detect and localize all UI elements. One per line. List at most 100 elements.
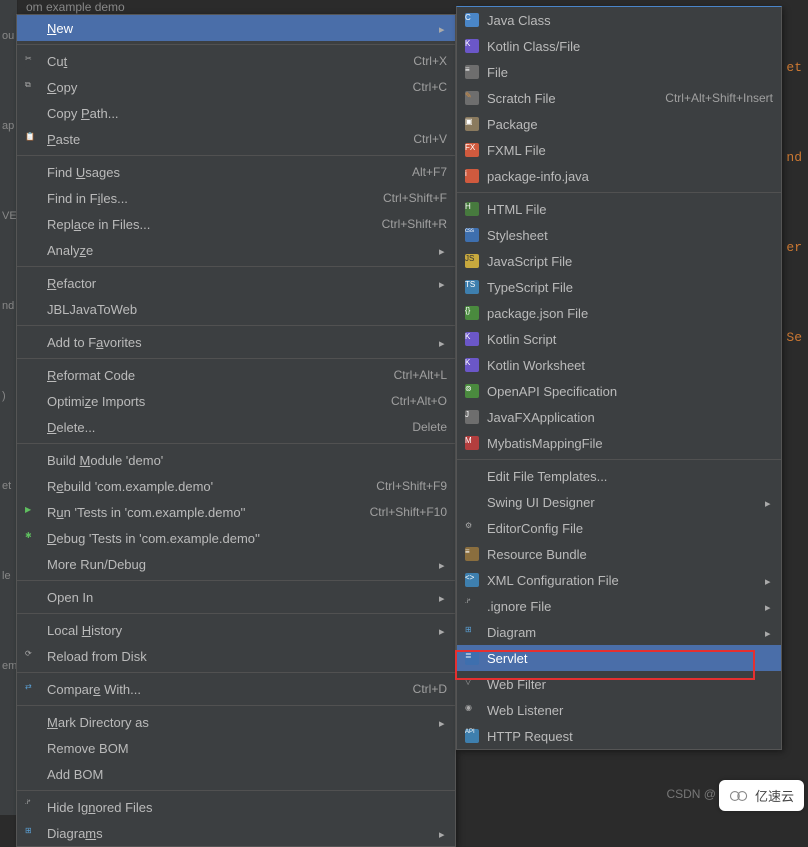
- menu2-item-scratch-file[interactable]: ✎Scratch FileCtrl+Alt+Shift+Insert: [457, 85, 781, 111]
- menu1-item-more-run-debug[interactable]: More Run/Debug: [17, 551, 455, 577]
- menu1-item-new[interactable]: New: [17, 15, 455, 41]
- menu-item-label: Find in Files...: [41, 191, 375, 206]
- context-menu-new-submenu: CJava ClassKKotlin Class/File≡File✎Scrat…: [456, 6, 782, 750]
- menu1-item-local-history[interactable]: Local History: [17, 617, 455, 643]
- menu1-item-paste[interactable]: 📋PasteCtrl+V: [17, 126, 455, 152]
- menu2-item-typescript-file[interactable]: TSTypeScript File: [457, 274, 781, 300]
- menu1-item-find-in-files[interactable]: Find in Files...Ctrl+Shift+F: [17, 185, 455, 211]
- menu2-item-package-json-file[interactable]: {}package.json File: [457, 300, 781, 326]
- menu-item-label: Edit File Templates...: [481, 469, 773, 484]
- reload-icon: ⟳: [23, 648, 41, 664]
- menu2-item-http-request[interactable]: APIHTTP Request: [457, 723, 781, 749]
- xml-icon: <>: [463, 572, 481, 588]
- blank-icon: [23, 367, 41, 383]
- menu2-item-kotlin-script[interactable]: KKotlin Script: [457, 326, 781, 352]
- menu1-item-jbljavatoweb[interactable]: JBLJavaToWeb: [17, 296, 455, 322]
- menu-item-label: MybatisMappingFile: [481, 436, 773, 451]
- menu-item-label: Servlet: [481, 651, 773, 666]
- blank-icon: [23, 334, 41, 350]
- menu-item-label: Scratch File: [481, 91, 657, 106]
- menu-item-label: Cut: [41, 54, 405, 69]
- menu1-item-run-tests-in-com-example-demo[interactable]: ▶Run 'Tests in 'com.example.demo''Ctrl+S…: [17, 499, 455, 525]
- separator: [457, 459, 781, 460]
- blank-icon: [463, 494, 481, 510]
- submenu-arrow-icon: [765, 625, 773, 640]
- menu1-item-copy-path[interactable]: Copy Path...: [17, 100, 455, 126]
- pkg-json-icon: {}: [463, 305, 481, 321]
- menu1-item-compare-with[interactable]: ⇄Compare With...Ctrl+D: [17, 676, 455, 702]
- package-icon: ▣: [463, 116, 481, 132]
- menu1-item-open-in[interactable]: Open In: [17, 584, 455, 610]
- submenu-arrow-icon: [439, 276, 447, 291]
- menu1-item-add-to-favorites[interactable]: Add to Favorites: [17, 329, 455, 355]
- filter-icon: ▽: [463, 676, 481, 692]
- menu1-item-mark-directory-as[interactable]: Mark Directory as: [17, 709, 455, 735]
- menu1-item-delete[interactable]: Delete...Delete: [17, 414, 455, 440]
- menu2-item-resource-bundle[interactable]: ≡Resource Bundle: [457, 541, 781, 567]
- menu-item-label: Optimize Imports: [41, 394, 383, 409]
- shortcut: Delete: [404, 420, 447, 434]
- menu2-item-mybatismappingfile[interactable]: MMybatisMappingFile: [457, 430, 781, 456]
- menu2-item-file[interactable]: ≡File: [457, 59, 781, 85]
- blank-icon: [23, 766, 41, 782]
- menu1-item-build-module-demo[interactable]: Build Module 'demo': [17, 447, 455, 473]
- pkg-info-icon: i: [463, 168, 481, 184]
- menu2-item-web-filter[interactable]: ▽Web Filter: [457, 671, 781, 697]
- menu1-item-add-bom[interactable]: Add BOM: [17, 761, 455, 787]
- shortcut: Ctrl+Alt+L: [386, 368, 447, 382]
- menu-item-label: Java Class: [481, 13, 773, 28]
- menu1-item-find-usages[interactable]: Find UsagesAlt+F7: [17, 159, 455, 185]
- shortcut: Ctrl+Shift+F: [375, 191, 447, 205]
- menu1-item-cut[interactable]: ✂CutCtrl+X: [17, 48, 455, 74]
- menu1-item-rebuild-com-example-demo[interactable]: Rebuild 'com.example.demo'Ctrl+Shift+F9: [17, 473, 455, 499]
- menu2-item-web-listener[interactable]: ◉Web Listener: [457, 697, 781, 723]
- menu-item-label: Web Listener: [481, 703, 773, 718]
- menu1-item-remove-bom[interactable]: Remove BOM: [17, 735, 455, 761]
- blank-icon: [23, 419, 41, 435]
- shortcut: Ctrl+V: [405, 132, 447, 146]
- menu1-item-replace-in-files[interactable]: Replace in Files...Ctrl+Shift+R: [17, 211, 455, 237]
- menu-item-label: Reload from Disk: [41, 649, 447, 664]
- menu2-item-ignore-file[interactable]: .i*.ignore File: [457, 593, 781, 619]
- submenu-arrow-icon: [439, 335, 447, 350]
- menu-item-label: Remove BOM: [41, 741, 447, 756]
- menu1-item-hide-ignored-files[interactable]: .i*Hide Ignored Files: [17, 794, 455, 820]
- menu1-item-diagrams[interactable]: ⊞Diagrams: [17, 820, 455, 846]
- menu2-item-java-class[interactable]: CJava Class: [457, 7, 781, 33]
- blank-icon: [23, 216, 41, 232]
- menu2-item-edit-file-templates[interactable]: Edit File Templates...: [457, 463, 781, 489]
- menu2-item-package-info-java[interactable]: ipackage-info.java: [457, 163, 781, 189]
- shortcut: Ctrl+Alt+O: [383, 394, 447, 408]
- menu2-item-package[interactable]: ▣Package: [457, 111, 781, 137]
- menu2-item-openapi-specification[interactable]: ⊚OpenAPI Specification: [457, 378, 781, 404]
- menu1-item-debug-tests-in-com-example-demo[interactable]: ✱Debug 'Tests in 'com.example.demo'': [17, 525, 455, 551]
- java-c-icon: C: [463, 12, 481, 28]
- menu1-item-optimize-imports[interactable]: Optimize ImportsCtrl+Alt+O: [17, 388, 455, 414]
- shortcut: Ctrl+Shift+F9: [368, 479, 447, 493]
- shortcut: Ctrl+Shift+R: [374, 217, 447, 231]
- gear-icon: ⚙: [463, 520, 481, 536]
- menu2-item-xml-configuration-file[interactable]: <>XML Configuration File: [457, 567, 781, 593]
- ignore-icon: .i*: [23, 799, 41, 815]
- blank-icon: [23, 242, 41, 258]
- menu1-item-analyze[interactable]: Analyze: [17, 237, 455, 263]
- menu2-item-stylesheet[interactable]: cssStylesheet: [457, 222, 781, 248]
- menu-item-label: Kotlin Script: [481, 332, 773, 347]
- menu2-item-editorconfig-file[interactable]: ⚙EditorConfig File: [457, 515, 781, 541]
- menu1-item-copy[interactable]: ⧉CopyCtrl+C: [17, 74, 455, 100]
- menu2-item-html-file[interactable]: HHTML File: [457, 196, 781, 222]
- menu2-item-diagram[interactable]: ⊞Diagram: [457, 619, 781, 645]
- menu-item-label: Compare With...: [41, 682, 405, 697]
- menu2-item-javascript-file[interactable]: JSJavaScript File: [457, 248, 781, 274]
- menu2-item-servlet[interactable]: ≣Servlet: [457, 645, 781, 671]
- menu2-item-kotlin-worksheet[interactable]: KKotlin Worksheet: [457, 352, 781, 378]
- menu1-item-reformat-code[interactable]: Reformat CodeCtrl+Alt+L: [17, 362, 455, 388]
- menu2-item-fxml-file[interactable]: FXFXML File: [457, 137, 781, 163]
- separator: [17, 443, 455, 444]
- menu2-item-javafxapplication[interactable]: JJavaFXApplication: [457, 404, 781, 430]
- menu1-item-refactor[interactable]: Refactor: [17, 270, 455, 296]
- menu2-item-kotlin-class-file[interactable]: KKotlin Class/File: [457, 33, 781, 59]
- shortcut: Ctrl+C: [405, 80, 447, 94]
- menu1-item-reload-from-disk[interactable]: ⟳Reload from Disk: [17, 643, 455, 669]
- menu2-item-swing-ui-designer[interactable]: Swing UI Designer: [457, 489, 781, 515]
